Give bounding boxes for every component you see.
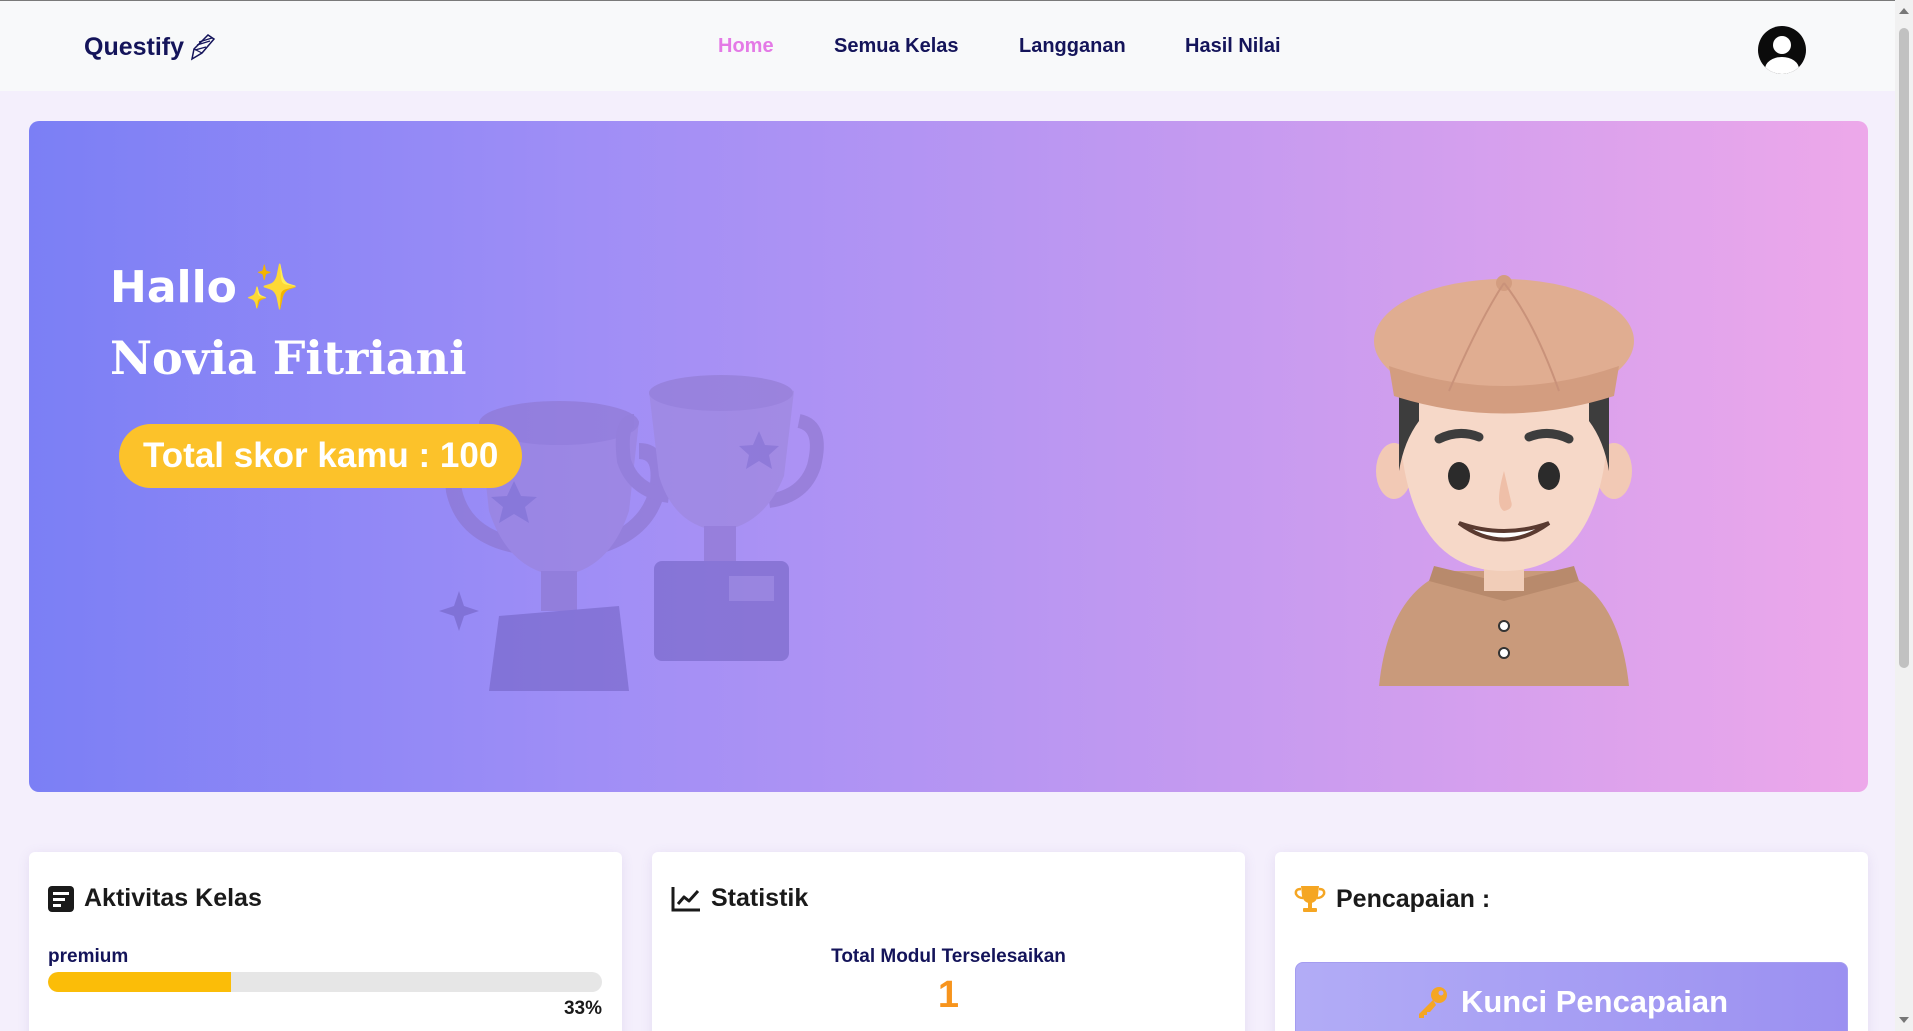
sparkles-icon: ✨ [244,262,300,313]
achievements-card: Pencapaian : Kunci Pencapaian [1275,852,1868,1031]
nav-langganan[interactable]: Langganan [1019,35,1126,58]
hero-banner: Hallo ✨ Novia Fitriani Total skor kamu :… [29,121,1868,792]
trophies-illustration [439,375,824,691]
activity-card-title: Aktivitas Kelas [48,884,262,913]
scroll-up-arrow-icon[interactable] [1899,8,1909,14]
user-avatar-button[interactable] [1758,26,1806,74]
activity-progress-percent: 33% [563,998,602,1019]
line-chart-icon [671,886,700,911]
scroll-down-arrow-icon[interactable] [1899,1017,1909,1023]
activity-progress-bar [48,972,602,992]
trophy-icon [1294,886,1326,912]
activity-progress-fill [48,972,231,992]
nav-hasil-nilai[interactable]: Hasil Nilai [1185,35,1281,58]
activity-card: Aktivitas Kelas premium 33% [29,852,622,1031]
user-circle-icon-body [1765,57,1799,74]
statistics-card-title: Statistik [671,884,808,913]
list-icon [48,885,74,912]
character-avatar-illustration [1374,275,1634,686]
greeting-text: Hallo [110,261,237,313]
total-score-text: Total skor kamu : 100 [143,436,499,475]
achievements-card-title: Pencapaian : [1294,884,1490,914]
completed-modules-value: 1 [937,974,960,1016]
key-icon [1418,987,1447,1018]
user-circle-icon [1773,36,1791,54]
scrollbar-thumb[interactable] [1899,28,1909,668]
logo-text: Questify [84,32,185,61]
unlock-achievements-button[interactable]: Kunci Pencapaian [1295,962,1848,1031]
total-score-badge: Total skor kamu : 100 [119,424,523,488]
logo[interactable]: Questify [84,31,218,63]
statistics-title-text: Statistik [711,884,809,912]
activity-title-text: Aktivitas Kelas [84,884,262,912]
nav-semua-kelas[interactable]: Semua Kelas [834,35,959,58]
activity-item-label[interactable]: premium [48,946,128,968]
achievements-title-text: Pencapaian : [1336,884,1491,913]
user-name: Novia Fitriani [110,331,467,385]
page-scrollbar[interactable] [1895,0,1913,1031]
feather-pen-icon [190,34,216,61]
unlock-achievements-label: Kunci Pencapaian [1460,984,1729,1019]
navbar: Questify Home Semua Kelas Langganan Hasi… [0,1,1895,91]
completed-modules-label: Total Modul Terselesaikan [831,946,1066,967]
greeting: Hallo ✨ [110,261,300,314]
statistics-card: Statistik Total Modul Terselesaikan 1 [652,852,1245,1031]
nav-home[interactable]: Home [718,35,774,58]
